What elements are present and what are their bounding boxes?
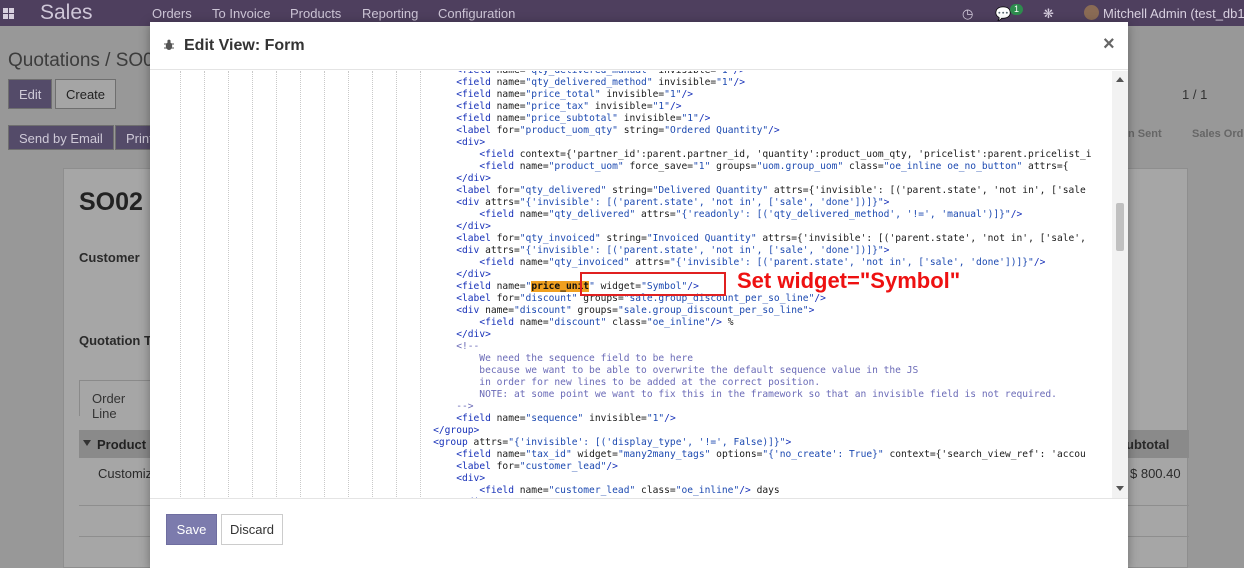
stage-sent: n Sent: [1128, 128, 1162, 140]
code-line[interactable]: <field name="customer_lead" class="oe_in…: [410, 485, 779, 497]
record-pager: 1 / 1: [1182, 87, 1208, 102]
send-by-email-button: Send by Email: [8, 125, 114, 150]
code-line[interactable]: -->: [410, 401, 473, 413]
close-icon[interactable]: ×: [1103, 33, 1115, 56]
code-line[interactable]: <label for="qty_delivered" string="Deliv…: [410, 185, 1086, 197]
code-line[interactable]: We need the sequence field to be here: [410, 353, 693, 365]
breadcrumb: Quotations / SO0: [8, 50, 154, 71]
code-line[interactable]: <div>: [410, 137, 485, 149]
apps-menu-icon[interactable]: [3, 8, 14, 19]
dialog-title: Edit View: Form: [184, 37, 305, 54]
code-line[interactable]: <field name="tax_id" widget="many2many_t…: [410, 449, 1086, 461]
annotation-label: Set widget="Symbol": [737, 268, 961, 293]
code-line[interactable]: <div attrs="{'invisible': [('parent.stat…: [410, 197, 889, 209]
menu-reporting[interactable]: Reporting: [362, 6, 418, 21]
caret-down-icon: [83, 440, 91, 446]
code-line[interactable]: <field name="sequence" invisible="1"/>: [410, 413, 676, 425]
save-button[interactable]: Save: [166, 514, 217, 545]
editor-scrollbar[interactable]: [1112, 71, 1128, 498]
edit-button: Edit: [8, 79, 53, 109]
code-line[interactable]: <!--: [410, 341, 479, 353]
code-line[interactable]: </div>: [410, 221, 491, 233]
create-button: Create: [55, 79, 117, 109]
xml-code-editor[interactable]: <field name="qty_delivered_manual" invis…: [150, 71, 1128, 499]
bug-icon: [164, 39, 174, 50]
code-line[interactable]: <field name="discount" class="oe_inline"…: [410, 317, 733, 329]
code-line[interactable]: because we want to be able to overwrite …: [410, 365, 918, 377]
menu-products[interactable]: Products: [290, 6, 341, 21]
code-line[interactable]: <div attrs="{'invisible': [('parent.stat…: [410, 245, 889, 257]
quotation-template-label: Quotation T: [79, 333, 152, 348]
print-button: Print: [115, 125, 155, 150]
code-line[interactable]: <field name="price_tax" invisible="1"/>: [410, 101, 681, 113]
code-line[interactable]: NOTE: at some point we want to fix this …: [410, 389, 1057, 401]
record-title: SO02: [79, 188, 143, 216]
dialog-footer: Save Discard: [150, 500, 1128, 568]
code-line[interactable]: <field name="qty_delivered" attrs="{'rea…: [410, 209, 1022, 221]
code-line[interactable]: </div>: [410, 173, 491, 185]
code-line[interactable]: </div>: [410, 497, 491, 498]
debug-bug-icon[interactable]: ❋: [1043, 6, 1054, 22]
scroll-down-arrow-icon[interactable]: [1116, 486, 1124, 491]
user-menu[interactable]: Mitchell Admin (test_db1: [1103, 6, 1244, 21]
code-line[interactable]: <label for="customer_lead"/>: [410, 461, 618, 473]
row-product: Customiz: [98, 466, 153, 481]
code-line[interactable]: <field context={'partner_id':parent.part…: [410, 149, 1091, 161]
code-line[interactable]: <field name="price_subtotal" invisible="…: [410, 113, 710, 125]
scrollbar-thumb[interactable]: [1116, 203, 1124, 251]
menu-to-invoice[interactable]: To Invoice: [212, 6, 271, 21]
customer-label: Customer: [79, 250, 140, 265]
column-product: Product: [97, 437, 147, 452]
code-line[interactable]: in order for new lines to be added at th…: [410, 377, 820, 389]
scroll-up-arrow-icon[interactable]: [1116, 77, 1124, 82]
code-line[interactable]: <field name="price_total" invisible="1"/…: [410, 89, 693, 101]
tab-order-lines: Order Line: [79, 380, 159, 421]
code-line[interactable]: <label for="qty_invoiced" string="Invoic…: [410, 233, 1086, 245]
annotation-highlight-box: [580, 272, 726, 296]
code-line[interactable]: <field name="qty_delivered_method" invis…: [410, 77, 745, 89]
user-avatar[interactable]: [1084, 5, 1099, 20]
code-line[interactable]: <group attrs="{'invisible': [('display_t…: [410, 437, 791, 449]
activity-clock-icon[interactable]: ◷: [962, 6, 973, 22]
chat-icon[interactable]: 💬: [995, 6, 1011, 22]
stage-sales-order: Sales Ord: [1192, 128, 1244, 140]
dialog-header: Edit View: Form ×: [150, 22, 1128, 70]
column-subtotal: ubtotal: [1126, 437, 1170, 452]
chat-count-badge: 1: [1010, 4, 1024, 15]
code-line[interactable]: </group>: [410, 425, 479, 437]
row-subtotal: $ 800.40: [1130, 466, 1181, 481]
code-line[interactable]: <div name="discount" groups="sale.group_…: [410, 305, 814, 317]
code-line[interactable]: <label for="product_uom_qty" string="Ord…: [410, 125, 780, 137]
code-line[interactable]: <field name="product_uom" force_save="1"…: [410, 161, 1068, 173]
edit-view-dialog: Edit View: Form × <field name="qty_deliv…: [150, 22, 1128, 568]
code-line[interactable]: </div>: [410, 269, 491, 281]
code-line[interactable]: <div>: [410, 473, 485, 485]
discard-button[interactable]: Discard: [221, 514, 283, 545]
menu-configuration[interactable]: Configuration: [438, 6, 515, 21]
menu-orders[interactable]: Orders: [152, 6, 192, 21]
code-line[interactable]: </div>: [410, 329, 491, 341]
app-name[interactable]: Sales: [40, 1, 93, 25]
